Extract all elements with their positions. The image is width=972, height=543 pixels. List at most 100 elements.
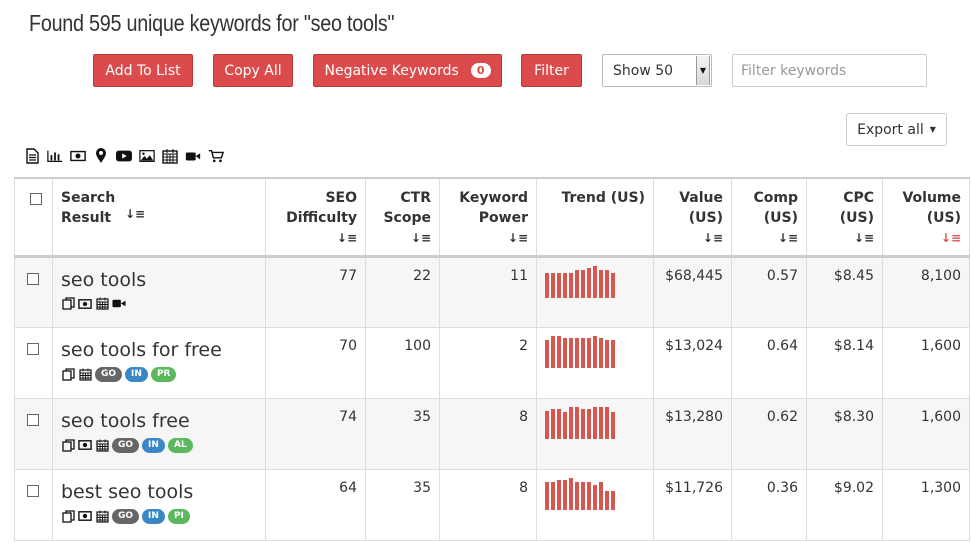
keyword-text[interactable]: seo tools — [61, 268, 257, 292]
video-camera-icon[interactable] — [112, 297, 126, 311]
copy-icon[interactable] — [61, 509, 75, 523]
table-row: seo tools 77 22 11 $68,445 0.57 $8.45 8,… — [14, 255, 970, 328]
trend-bar — [611, 339, 615, 368]
keyword-cell: seo tools for free GO IN PR — [52, 326, 266, 399]
image-icon[interactable] — [139, 148, 155, 164]
col-keyword-power[interactable]: Keyword Power ↓≡ — [439, 177, 537, 258]
tag-pill[interactable]: IN — [125, 366, 148, 382]
comp-cell: 0.64 — [731, 326, 807, 399]
col-comp[interactable]: Comp (US) ↓≡ — [731, 177, 807, 258]
map-pin-icon[interactable] — [93, 148, 109, 164]
shopping-cart-icon[interactable] — [208, 148, 224, 164]
keyword-cell: seo tools — [52, 255, 266, 328]
keyword-tags: GO IN AL — [61, 437, 257, 453]
add-to-list-button[interactable]: Add To List — [93, 54, 193, 87]
trend-bar — [593, 484, 597, 510]
volume-cell: 1,300 — [882, 468, 970, 541]
tag-pill[interactable]: GO — [112, 508, 140, 524]
select-all-checkbox[interactable] — [29, 193, 42, 205]
copy-icon[interactable] — [61, 367, 75, 381]
tag-pill[interactable]: AL — [167, 437, 193, 453]
trend-cell — [536, 255, 654, 328]
trend-bar — [563, 479, 567, 510]
cpc-cell: $8.14 — [806, 326, 883, 399]
tag-pill[interactable]: IN — [142, 508, 165, 524]
filter-button[interactable]: Filter — [521, 54, 582, 87]
money-icon[interactable] — [78, 297, 92, 311]
dropdown-arrow-icon: ▼ — [696, 56, 710, 85]
col-seo-difficulty-label: SEO Difficulty — [286, 190, 357, 226]
negative-keywords-button[interactable]: Negative Keywords 0 — [313, 54, 502, 87]
volume-cell: 1,600 — [882, 326, 970, 399]
copy-icon[interactable] — [61, 297, 75, 311]
col-value[interactable]: Value (US) ↓≡ — [653, 177, 732, 258]
seo-difficulty-cell: 64 — [265, 468, 366, 541]
trend-bar — [611, 411, 615, 439]
volume-cell: 8,100 — [882, 255, 970, 328]
bar-chart-icon[interactable] — [47, 148, 63, 164]
seo-difficulty-cell: 74 — [265, 397, 366, 470]
trend-bar — [545, 272, 549, 298]
table-row: best seo tools GO IN PI 64 35 8 $11,726 0.… — [14, 468, 970, 541]
calendar-icon[interactable] — [95, 297, 109, 311]
trend-bar — [563, 337, 567, 368]
show-count-select[interactable]: Show 50 ▼ — [602, 54, 712, 87]
row-checkbox[interactable] — [27, 272, 39, 285]
tag-pill[interactable]: GO — [95, 366, 123, 382]
tag-pill[interactable]: PR — [150, 366, 177, 382]
row-checkbox[interactable] — [27, 413, 39, 426]
sort-active-icon: ↓≡ — [940, 231, 961, 245]
trend-cell — [536, 397, 654, 470]
trend-bar — [557, 272, 561, 298]
trend-bar — [563, 272, 567, 298]
copy-icon[interactable] — [61, 438, 75, 452]
tag-pill[interactable]: IN — [142, 437, 165, 453]
tag-pill[interactable]: PI — [167, 508, 190, 524]
tag-pill[interactable]: GO — [112, 437, 140, 453]
calendar-icon[interactable] — [95, 438, 109, 452]
trend-bar — [557, 408, 561, 439]
col-cpc-label: CPC (US) — [839, 190, 874, 226]
trend-bar — [575, 481, 579, 510]
trend-bar — [569, 406, 573, 439]
col-volume[interactable]: Volume (US) ↓≡ — [882, 177, 970, 258]
col-ctr-scope[interactable]: CTR Scope ↓≡ — [365, 177, 440, 258]
col-seo-difficulty[interactable]: SEO Difficulty ↓≡ — [265, 177, 366, 258]
column-toggle-icon-bar — [24, 148, 224, 164]
calendar-icon[interactable] — [95, 509, 109, 523]
keyword-cell: best seo tools GO IN PI — [52, 468, 266, 541]
keyword-text[interactable]: seo tools for free — [61, 338, 257, 362]
trend-bar — [563, 411, 567, 439]
trend-sparkline — [545, 265, 645, 298]
volume-cell: 1,600 — [882, 397, 970, 470]
col-cpc[interactable]: CPC (US) ↓≡ — [806, 177, 883, 258]
keyword-text[interactable]: seo tools free — [61, 409, 257, 433]
col-search-result-label: Search Result — [61, 190, 116, 226]
trend-bar — [575, 269, 579, 298]
copy-all-button[interactable]: Copy All — [213, 54, 293, 87]
document-icon[interactable] — [24, 148, 40, 164]
trend-cell — [536, 468, 654, 541]
filter-keywords-input[interactable] — [732, 54, 927, 87]
money-icon[interactable] — [70, 148, 86, 164]
keyword-text[interactable]: best seo tools — [61, 480, 257, 504]
col-search-result[interactable]: Search Result ↓≡ — [52, 177, 266, 258]
export-all-button[interactable]: Export all ▼ — [846, 113, 947, 146]
trend-bar — [605, 406, 609, 439]
youtube-icon[interactable] — [116, 148, 132, 164]
money-icon[interactable] — [78, 438, 92, 452]
calendar-icon[interactable] — [78, 367, 92, 381]
trend-bar — [611, 490, 615, 510]
trend-bar — [599, 406, 603, 439]
negative-keywords-label: Negative Keywords — [324, 62, 459, 79]
row-checkbox[interactable] — [27, 342, 39, 355]
select-all-cell — [14, 177, 53, 258]
seo-difficulty-cell: 77 — [265, 255, 366, 328]
money-icon[interactable] — [78, 509, 92, 523]
calendar-icon[interactable] — [162, 148, 178, 164]
video-camera-icon[interactable] — [185, 148, 201, 164]
row-checkbox[interactable] — [27, 484, 39, 497]
value-cell: $68,445 — [653, 255, 732, 328]
col-comp-label: Comp (US) — [753, 190, 798, 226]
trend-bar — [581, 408, 585, 439]
